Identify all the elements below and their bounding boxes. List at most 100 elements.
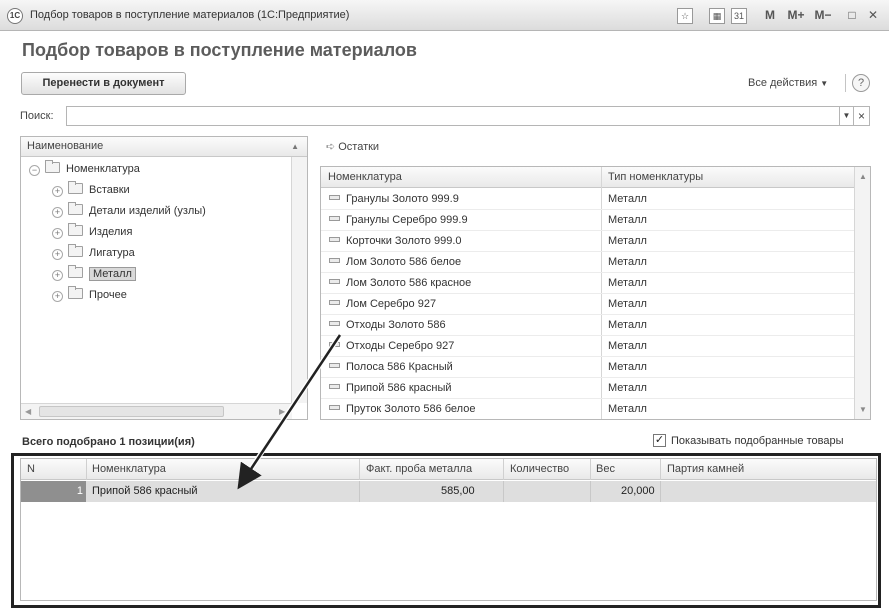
window-title: Подбор товаров в поступление материалов … [30,9,350,21]
search-label: Поиск: [20,110,54,122]
table-row[interactable]: Лом Золото 586 белое Металл [321,252,856,273]
row-name: Гранулы Золото 999.9 [346,193,459,205]
expand-icon[interactable]: + [52,186,63,197]
calculator-icon[interactable]: ▦ [709,8,725,24]
scroll-down-icon[interactable]: ▼ [859,405,867,414]
tree-vertical-scrollbar[interactable] [291,157,307,403]
scroll-left-icon[interactable]: ◀ [25,407,31,416]
products-vertical-scrollbar[interactable]: ▲ ▼ [854,167,870,419]
remainders-link[interactable]: ➪ Остатки [326,140,379,153]
table-row[interactable]: Гранулы Золото 999.9 Металл [321,189,856,210]
item-icon [329,279,340,284]
folder-icon [68,202,83,215]
show-selected-checkbox[interactable]: ✓ [653,434,666,447]
expand-icon[interactable]: + [52,228,63,239]
transfer-to-document-button[interactable]: Перенести в документ [21,72,186,95]
table-row[interactable]: Отходы Серебро 927 Металл [321,336,856,357]
row-type: Металл [608,382,647,394]
table-row[interactable]: Полоса 586 Красный Металл [321,357,856,378]
row-name: Лом Серебро 927 [346,298,437,310]
row-type: Металл [608,298,647,310]
search-clear-icon[interactable]: × [854,106,870,126]
search-input[interactable] [66,106,840,126]
table-row[interactable]: Лом Серебро 927 Металл [321,294,856,315]
column-header-nomenclature[interactable]: Номенклатура [328,171,402,183]
item-icon [329,237,340,242]
expand-icon[interactable]: + [52,291,63,302]
highlight-frame [11,453,881,608]
row-name: Лом Золото 586 красное [346,277,472,289]
tree-node-prochee[interactable]: + Прочее [52,285,127,306]
app-logo-icon: 1С [7,8,23,24]
table-row[interactable]: Лом Золото 586 красное Металл [321,273,856,294]
row-name: Припой 586 красный [346,382,452,394]
tree-node-label: Изделия [89,226,133,238]
memory-m-button[interactable]: M [764,6,776,24]
remainders-icon: ➪ [326,141,336,153]
expand-icon[interactable]: + [52,207,63,218]
category-tree[interactable]: Наименование ▲ − Номенклатура + Вставки + Д… [20,136,308,420]
tree-node-label: Прочее [89,289,127,301]
scroll-right-icon[interactable]: ▶ [279,407,285,416]
calendar-icon[interactable]: 31 [731,8,747,24]
tree-node-metall[interactable]: + Металл [52,264,136,285]
row-type: Металл [608,193,647,205]
collapse-icon[interactable]: − [29,165,40,176]
memory-minus-button[interactable]: M− [813,6,833,24]
row-name: Отходы Серебро 927 [346,340,455,352]
chevron-down-icon: ▼ [820,79,829,88]
item-icon [329,195,340,200]
expand-icon[interactable]: + [52,270,63,281]
tree-header-label: Наименование [27,140,104,152]
help-button[interactable]: ? [852,74,870,92]
tree-node-ligatura[interactable]: + Лигатура [52,243,135,264]
row-type: Металл [608,403,647,415]
tree-node-izdeliya[interactable]: + Изделия [52,222,132,243]
table-row[interactable]: Гранулы Серебро 999.9 Металл [321,210,856,231]
close-icon[interactable]: ✕ [866,6,880,24]
item-icon [329,405,340,410]
all-actions-menu[interactable]: Все действия ▼ [748,77,828,89]
tree-header[interactable]: Наименование ▲ [21,137,307,157]
sort-arrow-icon: ▲ [291,142,299,151]
tree-node-detali[interactable]: + Детали изделий (узлы) [52,201,206,222]
folder-icon [68,244,83,257]
tree-horizontal-scrollbar[interactable]: ◀ ▶ [21,403,292,419]
row-name: Полоса 586 Красный [346,361,453,373]
item-icon [329,216,340,221]
folder-icon [68,181,83,194]
products-table[interactable]: Номенклатура Тип номенклатуры Гранулы Зо… [320,166,871,420]
window-titlebar: 1С Подбор товаров в поступление материал… [0,0,889,31]
tree-node-label-selected: Металл [89,267,136,281]
table-row[interactable]: Припой 586 красный Металл [321,378,856,399]
row-type: Металл [608,319,647,331]
tree-node-root[interactable]: − Номенклатура [29,159,140,180]
folder-icon [45,160,60,173]
expand-icon[interactable]: + [52,249,63,260]
memory-plus-button[interactable]: M+ [786,6,806,24]
item-icon [329,384,340,389]
tree-node-label: Детали изделий (узлы) [89,205,206,217]
search-dropdown-icon[interactable]: ▼ [840,106,854,126]
column-header-type[interactable]: Тип номенклатуры [608,171,703,183]
table-row[interactable]: Отходы Золото 586 Металл [321,315,856,336]
table-row[interactable]: Пруток Золото 586 белое Металл [321,399,856,419]
scroll-up-icon[interactable]: ▲ [859,172,867,181]
item-icon [329,258,340,263]
maximize-icon[interactable]: □ [845,6,859,24]
row-name: Гранулы Серебро 999.9 [346,214,468,226]
item-icon [329,342,340,347]
row-name: Пруток Золото 586 белое [346,403,476,415]
show-selected-label[interactable]: Показывать подобранные товары [671,435,843,447]
folder-icon [68,265,83,278]
table-row[interactable]: Корточки Золото 999.0 Металл [321,231,856,252]
row-type: Металл [608,340,647,352]
scrollbar-thumb[interactable] [39,406,224,417]
row-type: Металл [608,277,647,289]
tree-node-label: Номенклатура [66,163,140,175]
toolbar-divider [845,74,846,92]
tree-node-vstavki[interactable]: + Вставки [52,180,130,201]
row-type: Металл [608,256,647,268]
row-name: Отходы Золото 586 [346,319,446,331]
favorites-icon[interactable]: ☆ [677,8,693,24]
